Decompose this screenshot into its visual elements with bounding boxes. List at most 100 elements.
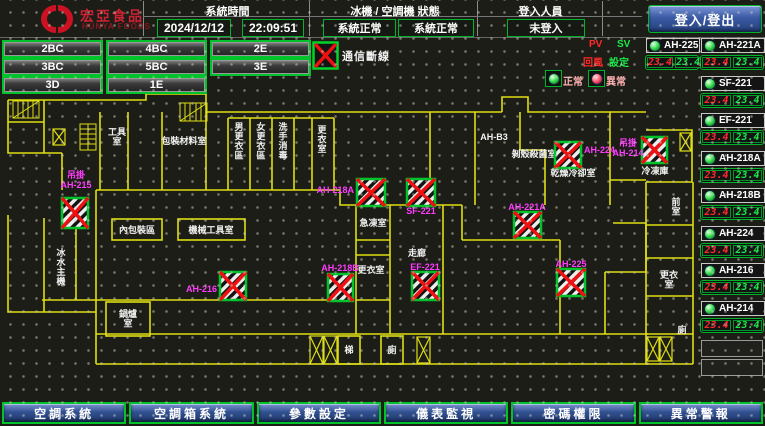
nav-button-參數設定[interactable]: 參數設定 bbox=[257, 402, 381, 424]
unit-marker-ah-221a[interactable]: AH-221A bbox=[508, 202, 546, 238]
unit-item-sf-221[interactable]: SF-221 bbox=[701, 76, 765, 91]
unit-status-led bbox=[704, 78, 716, 90]
comm-loss-icon bbox=[312, 41, 339, 70]
system-time-label: 系統時間 bbox=[150, 3, 305, 19]
login-logout-button[interactable]: 登入/登出 bbox=[648, 5, 762, 33]
pv-label: PV bbox=[589, 39, 602, 50]
unit-name-label: AH-218B bbox=[719, 190, 761, 201]
unit-name-label: AH-214 bbox=[719, 303, 753, 314]
room-label: 冷凍庫 bbox=[641, 165, 668, 176]
unit-status-led bbox=[704, 228, 716, 240]
stairs-icon bbox=[180, 103, 207, 121]
unit-item-ah-225[interactable]: AH-225 bbox=[646, 38, 700, 53]
room-label: 廁 bbox=[677, 324, 686, 335]
unit-status-led bbox=[704, 115, 716, 127]
unit-marker-ah-218b[interactable]: AH-218B bbox=[321, 263, 359, 301]
comm-loss-label: 通信斷線 bbox=[342, 48, 390, 64]
top-bar: 宏亞食品 HUNYA FOODS 系統時間 2024/12/12 22:09:5… bbox=[0, 0, 765, 38]
nav-button-異常警報[interactable]: 異常警報 bbox=[639, 402, 763, 424]
shaft-x-box bbox=[417, 337, 430, 363]
unit-marker-ah-216[interactable]: AH-216 bbox=[186, 272, 246, 300]
room-label: 更衣室 bbox=[660, 269, 678, 290]
return-air-label: 回風 bbox=[583, 54, 603, 69]
shaft-x-box bbox=[53, 129, 65, 145]
floor-button-4bc[interactable]: 4BC bbox=[106, 40, 207, 58]
normal-label: 正常 bbox=[563, 73, 583, 88]
unit-marker-ah-225[interactable]: AH-225 bbox=[555, 259, 586, 296]
floor-button-2bc[interactable]: 2BC bbox=[2, 40, 103, 58]
unit-marker-ah-224[interactable]: AH-224 bbox=[555, 142, 615, 168]
unit-item-ah-216[interactable]: AH-216 bbox=[701, 263, 765, 278]
room-label: AH-B3 bbox=[480, 132, 508, 142]
abnormal-label: 異常 bbox=[606, 73, 626, 88]
nav-button-空調箱系統[interactable]: 空調箱系統 bbox=[129, 402, 253, 424]
room-label: 內包裝區 bbox=[119, 224, 155, 235]
room-label: 女更衣區 bbox=[256, 121, 266, 161]
unit-item-ah-224[interactable]: AH-224 bbox=[701, 226, 765, 241]
machine-status-label: 冰機 / 空調機 狀態 bbox=[315, 3, 475, 19]
shaft-x-box bbox=[680, 133, 691, 151]
unit-item-ef-221[interactable]: EF-221 bbox=[701, 113, 765, 128]
shaft-x-box bbox=[660, 337, 672, 361]
unit-status-led bbox=[704, 153, 716, 165]
unit-marker-ah-215[interactable]: 吊掛AH-215 bbox=[60, 169, 91, 228]
login-status: 未登入 bbox=[507, 19, 585, 37]
room-label: 冰水主機 bbox=[56, 247, 66, 287]
floor-button-2e[interactable]: 2E bbox=[210, 40, 311, 58]
unit-item-ah-221a[interactable]: AH-221A bbox=[701, 38, 765, 53]
room-label: 急凍室 bbox=[359, 217, 386, 228]
shaft-x-box bbox=[647, 337, 659, 361]
unit-item-ah-218a[interactable]: AH-218A bbox=[701, 151, 765, 166]
unit-marker-sf-221[interactable]: SF-221 bbox=[406, 179, 436, 216]
floor-button-1e[interactable]: 1E bbox=[106, 76, 207, 94]
unit-marker-ah-218a[interactable]: AH-218A bbox=[316, 179, 385, 206]
unit-name-label: EF-221 bbox=[719, 115, 752, 126]
room-label: 前室 bbox=[671, 196, 680, 217]
nav-button-密碼權限[interactable]: 密碼權限 bbox=[511, 402, 635, 424]
room-label: 機械工具室 bbox=[188, 224, 233, 235]
unit-marker-label: EF-221 bbox=[410, 262, 440, 272]
unit-marker-ah-214[interactable]: 吊掛AH-214 bbox=[612, 137, 667, 163]
room-label: 更衣室 bbox=[317, 125, 327, 154]
floor-button-3bc[interactable]: 3BC bbox=[2, 58, 103, 76]
shaft-x-boxes bbox=[53, 129, 691, 364]
room-label: 男更衣區 bbox=[234, 122, 244, 161]
unit-marker-label: 吊掛AH-214 bbox=[612, 137, 643, 158]
normal-led bbox=[545, 70, 562, 87]
nav-button-儀表監視[interactable]: 儀表監視 bbox=[384, 402, 508, 424]
unit-name-label: SF-221 bbox=[719, 78, 752, 89]
nav-button-空調系統[interactable]: 空調系統 bbox=[2, 402, 126, 424]
floor-button-3e[interactable]: 3E bbox=[210, 58, 311, 76]
unit-marker-label: AH-225 bbox=[555, 259, 586, 269]
floor-button-3d[interactable]: 3D bbox=[2, 76, 103, 94]
unit-marker-label: AH-221A bbox=[508, 202, 546, 212]
system-time: 22:09:51 bbox=[242, 19, 304, 37]
unit-status-led bbox=[704, 40, 716, 52]
unit-name-label: AH-221A bbox=[719, 40, 761, 51]
unit-marker-label: 吊掛AH-215 bbox=[60, 169, 91, 190]
floor-button-5bc[interactable]: 5BC bbox=[106, 58, 207, 76]
unit-marker-ef-221[interactable]: EF-221 bbox=[410, 262, 440, 300]
unit-name-label: AH-225 bbox=[664, 40, 698, 51]
unit-marker-label: AH-224 bbox=[584, 145, 615, 155]
room-label: 走廊 bbox=[407, 247, 426, 258]
login-user-label: 登入人員 bbox=[483, 3, 598, 19]
setpoint-label: 設定 bbox=[609, 54, 629, 69]
shaft-x-box bbox=[310, 336, 323, 364]
system-date: 2024/12/12 bbox=[157, 19, 231, 37]
unit-item-ah-214[interactable]: AH-214 bbox=[701, 301, 765, 316]
room-label: 包裝材料室 bbox=[160, 135, 206, 146]
hmi-screen: 工具室包裝材料室AH-B3剝殼殺菌室乾燥冷卻室冷凍庫急凍室更衣室走廊內包裝區機械… bbox=[0, 0, 765, 426]
room-label: 梯 bbox=[344, 344, 353, 355]
bottom-nav: 空調系統空調箱系統參數設定儀表監視密碼權限異常警報 bbox=[2, 402, 763, 424]
unit-status-led bbox=[704, 265, 716, 277]
unit-name-label: AH-224 bbox=[719, 228, 753, 239]
sv-label: SV bbox=[617, 39, 630, 50]
company-name-en: HUNYA FOODS bbox=[82, 22, 151, 31]
ahu-status: 系統正常 bbox=[398, 19, 474, 37]
unit-marker-label: SF-221 bbox=[406, 206, 436, 216]
room-label: 廁 bbox=[387, 344, 396, 355]
room-label: 洗手消毒 bbox=[278, 121, 287, 161]
room-label: 剝殼殺菌室 bbox=[511, 148, 556, 159]
unit-item-ah-218b[interactable]: AH-218B bbox=[701, 188, 765, 203]
